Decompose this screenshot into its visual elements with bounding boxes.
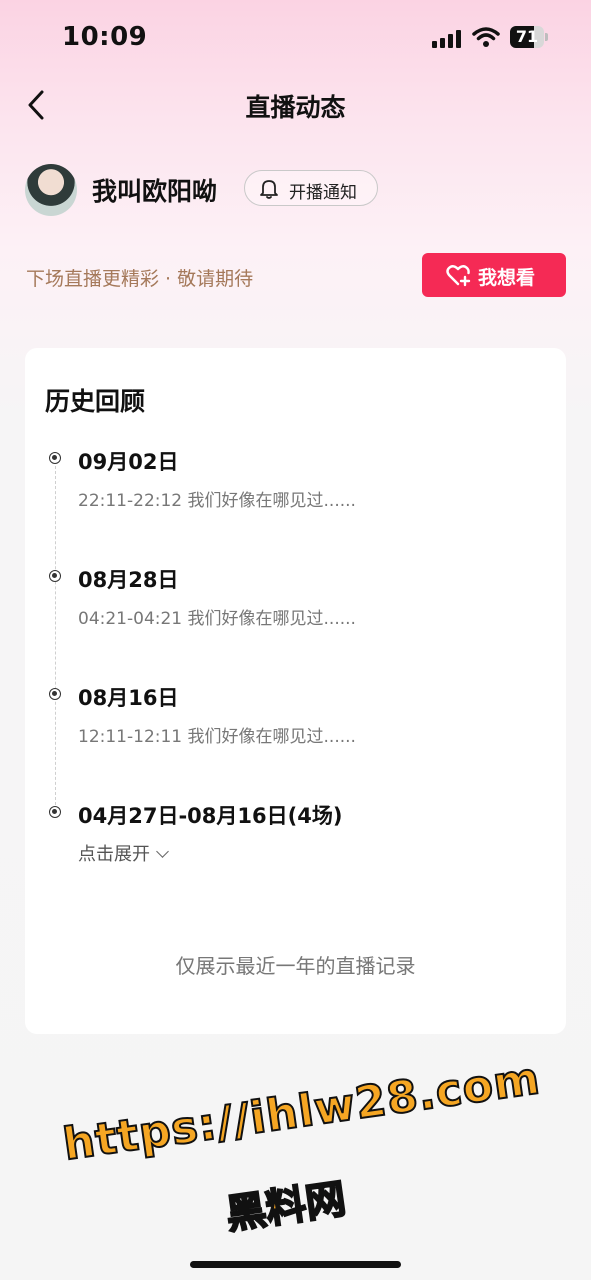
- history-title: 历史回顾: [45, 387, 146, 416]
- want-to-watch-label: 我想看: [478, 267, 536, 289]
- chevron-down-icon: [156, 845, 169, 858]
- heart-plus-icon: [446, 264, 472, 287]
- next-live-hint: 下场直播更精彩 · 敬请期待: [26, 268, 254, 290]
- timeline-line: [55, 466, 56, 810]
- battery-icon: 71: [510, 26, 548, 50]
- history-footer-note: 仅展示最近一年的直播记录: [175, 954, 416, 978]
- history-item-date[interactable]: 08月28日: [78, 564, 178, 594]
- bell-icon: [259, 178, 279, 200]
- avatar[interactable]: [25, 164, 77, 216]
- history-item-date[interactable]: 09月02日: [78, 446, 178, 476]
- cellular-signal-icon: [432, 30, 462, 48]
- streamer-name[interactable]: 我叫欧阳呦: [92, 172, 217, 208]
- wifi-icon: [472, 26, 500, 48]
- battery-level: 71: [515, 27, 539, 46]
- page-title: 直播动态: [245, 93, 346, 122]
- watermark-url: https://ihlw28.com: [59, 1052, 544, 1171]
- live-notify-label: 开播通知: [289, 183, 357, 203]
- timeline-dot: [49, 570, 61, 582]
- watermark-brand: 黑料网: [222, 1175, 349, 1239]
- history-item-detail[interactable]: 12:11-12:11 我们好像在哪见过......: [78, 722, 356, 747]
- timeline-dot: [49, 806, 61, 818]
- expand-button[interactable]: 点击展开: [78, 840, 169, 866]
- timeline-dot: [49, 452, 61, 464]
- want-to-watch-button[interactable]: 我想看: [422, 253, 566, 297]
- home-indicator: [190, 1261, 401, 1268]
- history-item-date[interactable]: 08月16日: [78, 682, 178, 712]
- status-time: 10:09: [62, 22, 148, 52]
- history-item-detail[interactable]: 22:11-22:12 我们好像在哪见过......: [78, 486, 356, 511]
- history-item-detail[interactable]: 04:21-04:21 我们好像在哪见过......: [78, 604, 356, 629]
- live-notify-button[interactable]: 开播通知: [244, 170, 378, 206]
- expand-label: 点击展开: [78, 844, 150, 865]
- timeline-dot: [49, 688, 61, 700]
- history-item-date: 04月27日-08月16日(4场): [78, 804, 343, 828]
